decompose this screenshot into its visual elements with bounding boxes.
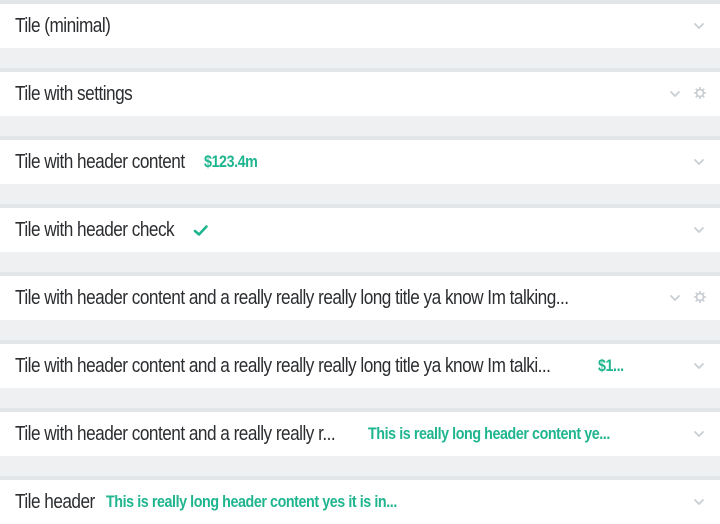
tile-header[interactable]: Tile header This is really long header c… <box>0 491 668 514</box>
gear-icon[interactable] <box>694 87 706 99</box>
tile-long-title-with-content: Tile with header content and a really re… <box>0 340 720 388</box>
chevron-down-icon[interactable] <box>692 155 706 169</box>
tile-title: Tile with header content and a really re… <box>15 286 569 309</box>
tile-title: Tile (minimal) <box>15 14 111 37</box>
chevron-down-icon[interactable] <box>692 223 706 237</box>
header-content-value: $1... <box>598 356 624 375</box>
chevron-down-icon[interactable] <box>692 19 706 33</box>
tile-title-wrap: Tile with header content and a really re… <box>15 423 357 446</box>
chevron-down-icon[interactable] <box>692 359 706 373</box>
tile-actions <box>668 412 720 456</box>
tile-with-settings: Tile with settings <box>0 68 720 116</box>
tile-with-header-check: Tile with header check <box>0 204 720 252</box>
tile-header[interactable]: Tile with header check <box>0 219 668 242</box>
tile-list: Tile (minimal) Tile with settings Tile w… <box>0 0 720 524</box>
tile-title: Tile with header check <box>15 218 175 241</box>
tile-title: Tile header <box>15 490 95 513</box>
header-content-value: $123.4m <box>204 152 258 171</box>
tile-title: Tile with header content and a really re… <box>15 422 336 445</box>
tile-content-wrap: This is really long header content ye... <box>368 424 632 444</box>
check-icon <box>193 223 209 237</box>
tile-content-wrap: This is really long header content yes i… <box>106 492 426 512</box>
tile-content-wrap: $123.4m <box>204 152 270 172</box>
header-content-value: This is really long header content yes i… <box>106 492 397 511</box>
tile-actions <box>668 140 720 184</box>
chevron-down-icon[interactable] <box>668 87 682 101</box>
tile-minimal: Tile (minimal) <box>0 0 720 48</box>
chevron-down-icon[interactable] <box>692 495 706 509</box>
tile-title-wrap: Tile with header content <box>15 151 198 174</box>
chevron-down-icon[interactable] <box>692 427 706 441</box>
tile-title-wrap: Tile (minimal) <box>15 15 119 38</box>
tile-long-title-with-settings: Tile with header content and a really re… <box>0 272 720 320</box>
tile-actions <box>668 72 720 116</box>
tile-title-wrap: Tile with header content and a really re… <box>15 355 589 378</box>
tile-header[interactable]: Tile with header content and a really re… <box>0 287 668 310</box>
tile-title-wrap: Tile with header check <box>15 219 187 242</box>
tile-header[interactable]: Tile with header content and a really re… <box>0 355 668 378</box>
tile-long-title-long-content: Tile with header content and a really re… <box>0 408 720 456</box>
tile-actions <box>668 4 720 48</box>
tile-actions <box>668 344 720 388</box>
tile-title: Tile with header content and a really re… <box>15 354 551 377</box>
tile-header[interactable]: Tile (minimal) <box>0 15 668 38</box>
tile-title: Tile with settings <box>15 82 133 105</box>
header-content-value: This is really long header content ye... <box>368 424 610 443</box>
tile-header[interactable]: Tile with header content $123.4m <box>0 151 668 174</box>
tile-title-wrap: Tile with settings <box>15 83 145 106</box>
tile-actions <box>668 208 720 252</box>
chevron-down-icon[interactable] <box>668 291 682 305</box>
tile-title-wrap: Tile header <box>15 491 98 514</box>
tile-title: Tile with header content <box>15 150 185 173</box>
tile-actions <box>668 480 720 524</box>
tile-header[interactable]: Tile with header content and a really re… <box>0 423 668 446</box>
tile-content-wrap: $1... <box>598 356 630 376</box>
tile-title-wrap: Tile with header content and a really re… <box>15 287 609 310</box>
tile-header[interactable]: Tile with settings <box>0 83 668 106</box>
gear-icon[interactable] <box>694 291 706 303</box>
tile-with-header-content: Tile with header content $123.4m <box>0 136 720 184</box>
tile-header-long-content: Tile header This is really long header c… <box>0 476 720 524</box>
tile-actions <box>668 276 720 320</box>
